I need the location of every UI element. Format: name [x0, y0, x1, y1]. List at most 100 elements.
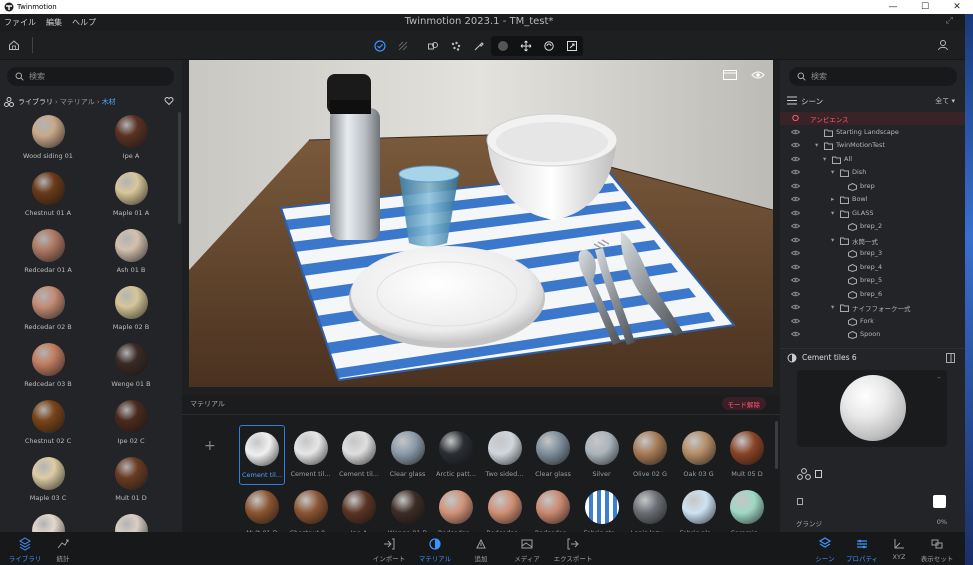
- hatch-mode-button[interactable]: [391, 36, 414, 56]
- tree-item[interactable]: Fork: [780, 315, 965, 328]
- scale-tool-button[interactable]: [560, 36, 583, 56]
- material-slot[interactable]: Clear glass: [530, 425, 576, 485]
- breadcrumb-wood[interactable]: 木材: [102, 97, 116, 107]
- globe-icon[interactable]: [791, 115, 800, 121]
- library-material-item[interactable]: Chestnut 02 C: [8, 397, 88, 454]
- library-search-input[interactable]: [29, 72, 159, 81]
- visibility-eye-icon[interactable]: [791, 129, 800, 135]
- library-material-item[interactable]: Wenge 01 B: [91, 340, 171, 397]
- scatter-tool-button[interactable]: [444, 36, 467, 56]
- color-swatch[interactable]: [933, 495, 946, 508]
- material-slot[interactable]: Cement til...: [239, 425, 285, 485]
- tree-item[interactable]: brep_2: [780, 220, 965, 233]
- visibility-eye-icon[interactable]: [791, 291, 800, 297]
- library-material-item[interactable]: Wood siding 01: [8, 112, 88, 169]
- visibility-eye-icon[interactable]: [791, 304, 800, 310]
- shape-tool-button[interactable]: [421, 36, 444, 56]
- library-material-item[interactable]: Mult 01 D: [91, 454, 171, 511]
- fullscreen-icon[interactable]: ⤢: [946, 16, 953, 26]
- library-material-item[interactable]: Redcedar 02 B: [8, 283, 88, 340]
- user-icon[interactable]: [937, 39, 949, 51]
- chevron-right-icon[interactable]: ▸: [831, 195, 834, 203]
- visibility-eye-icon[interactable]: [791, 250, 800, 256]
- tree-item[interactable]: Spoon: [780, 328, 965, 341]
- chevron-down-icon[interactable]: ▾: [831, 236, 834, 244]
- scene-search-input[interactable]: [811, 72, 941, 81]
- visibility-eye-icon[interactable]: [791, 156, 800, 162]
- chevron-down-icon[interactable]: ▾: [823, 155, 826, 163]
- library-material-item[interactable]: Maple 03 C: [8, 454, 88, 511]
- visibility-eye-icon[interactable]: [791, 210, 800, 216]
- material-slot[interactable]: Arctic patt...: [433, 425, 479, 485]
- visibility-eye-icon[interactable]: [791, 318, 800, 324]
- library-material-item[interactable]: Ipe 02 C: [91, 397, 171, 454]
- breadcrumb-library[interactable]: ライブラリ: [18, 97, 53, 107]
- add-material-button[interactable]: +: [204, 438, 216, 454]
- tree-item[interactable]: brep_5: [780, 274, 965, 287]
- material-slot[interactable]: Cement til...: [336, 425, 382, 485]
- visibility-eye-icon[interactable]: [791, 237, 800, 243]
- chevron-down-icon[interactable]: ▾: [831, 209, 834, 217]
- library-material-item[interactable]: Redcedar 01 A: [8, 226, 88, 283]
- material-slot[interactable]: Olive 02 G: [627, 425, 673, 485]
- check-mode-button[interactable]: [368, 36, 391, 56]
- select-tool-button[interactable]: [491, 36, 514, 56]
- visibility-eye-icon[interactable]: [791, 196, 800, 202]
- material-strip-scrollbar[interactable]: [775, 421, 778, 469]
- favorite-heart-icon[interactable]: [164, 96, 174, 106]
- visibility-eye-icon[interactable]: [791, 277, 800, 283]
- visibility-eye-icon[interactable]: [791, 223, 800, 229]
- library-scrollbar[interactable]: [178, 112, 181, 224]
- tree-item[interactable]: Starting Landscape: [780, 126, 965, 139]
- copy-small-icon[interactable]: [797, 498, 804, 505]
- 3d-viewport[interactable]: [189, 60, 773, 387]
- material-slot[interactable]: Two sided...: [482, 425, 528, 485]
- eye-icon[interactable]: [751, 70, 765, 80]
- bottom-tab-export[interactable]: エクスポート: [543, 537, 603, 563]
- visibility-eye-icon[interactable]: [791, 183, 800, 189]
- chevron-down-icon[interactable]: ▾: [831, 168, 834, 176]
- move-tool-button[interactable]: [514, 36, 537, 56]
- library-material-item[interactable]: Redcedar 03 B: [8, 340, 88, 397]
- visibility-eye-icon[interactable]: [791, 142, 800, 148]
- library-search[interactable]: [7, 67, 174, 86]
- bottom-tab-display-set[interactable]: 表示セット: [907, 537, 967, 563]
- visibility-eye-icon[interactable]: [791, 169, 800, 175]
- tree-item[interactable]: ▾ GLASS: [780, 207, 965, 220]
- material-slot[interactable]: Mult 05 D: [724, 425, 770, 485]
- material-nodes-icon[interactable]: [797, 468, 811, 480]
- rotate-tool-button[interactable]: [537, 36, 560, 56]
- close-button[interactable]: ✕: [941, 0, 973, 14]
- tree-item-ambience[interactable]: アンビエンス: [780, 112, 965, 125]
- chevron-down-icon[interactable]: ▾: [831, 303, 834, 311]
- tree-item[interactable]: brep_4: [780, 261, 965, 274]
- tree-item[interactable]: ▾ ナイフフォーク一式: [780, 301, 965, 314]
- visibility-eye-icon[interactable]: [791, 264, 800, 270]
- tree-item[interactable]: ▾ Dish: [780, 166, 965, 179]
- library-material-item[interactable]: Ash 01 B: [91, 226, 171, 283]
- material-slot[interactable]: Cement til...: [288, 425, 334, 485]
- scene-search[interactable]: [789, 67, 957, 86]
- minimize-preview-icon[interactable]: –: [937, 373, 941, 382]
- material-slot[interactable]: Clear glass: [385, 425, 431, 485]
- split-view-icon[interactable]: [723, 70, 737, 80]
- library-material-item[interactable]: Chestnut 01 A: [8, 169, 88, 226]
- maximize-button[interactable]: ☐: [909, 0, 941, 14]
- library-material-item[interactable]: Ipe A: [91, 112, 171, 169]
- material-slot[interactable]: Oak 03 G: [676, 425, 722, 485]
- bottom-tab-stats[interactable]: 統計: [33, 537, 93, 563]
- copy-icon[interactable]: [815, 470, 823, 478]
- panel-toggle-icon[interactable]: [946, 353, 955, 363]
- tree-item[interactable]: ▾ All: [780, 153, 965, 166]
- scene-filter-dropdown[interactable]: 全て ▾: [935, 96, 955, 106]
- home-icon[interactable]: [8, 39, 20, 51]
- visibility-eye-icon[interactable]: [791, 331, 800, 337]
- tree-item[interactable]: ▾ TwinMotionTest: [780, 139, 965, 152]
- breadcrumb-materials[interactable]: マテリアル: [60, 97, 95, 107]
- minimize-button[interactable]: —: [877, 0, 909, 14]
- material-slot[interactable]: Silver: [579, 425, 625, 485]
- chevron-down-icon[interactable]: ▾: [815, 141, 818, 149]
- tree-item[interactable]: brep_6: [780, 288, 965, 301]
- tree-item[interactable]: ▸ Bowl: [780, 193, 965, 206]
- tree-item[interactable]: ButterKnife: [780, 342, 965, 345]
